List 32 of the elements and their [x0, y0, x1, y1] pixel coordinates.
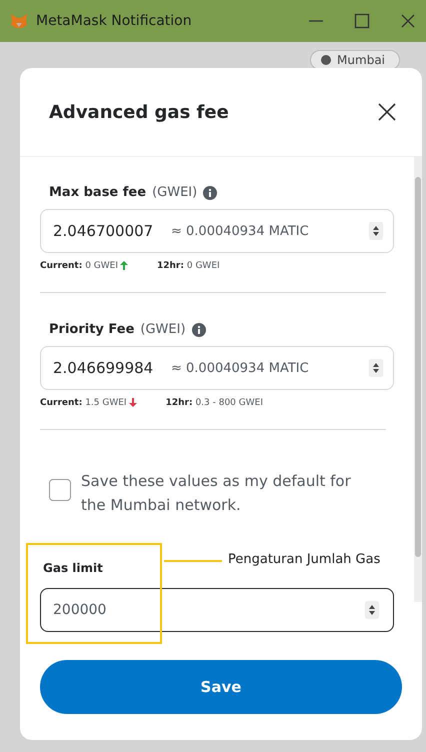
stepper-icon[interactable] — [369, 359, 383, 377]
stepper-icon[interactable] — [365, 601, 379, 619]
current-fee-text: Current: 0 GWEI — [40, 260, 118, 270]
save-button[interactable]: Save — [40, 660, 402, 714]
checkbox-label: Save these values as my default for the Mumbai network. — [81, 471, 352, 516]
scrollbar-thumb[interactable] — [415, 177, 421, 557]
fee-input-field[interactable]: 2.046699984 ≈ 0.00040934 MATIC — [40, 346, 394, 390]
info-icon[interactable] — [203, 186, 218, 200]
field-label: Priority Fee — [49, 322, 134, 337]
network-icon — [321, 55, 332, 65]
unit-label: (GWEI) — [140, 322, 186, 337]
range-text: 12hr: 0 GWEI — [157, 260, 220, 270]
stepper-icon[interactable] — [369, 222, 383, 240]
dialog-title: Advanced gas fee — [49, 102, 229, 122]
leader-line — [164, 560, 222, 562]
close-icon[interactable] — [378, 103, 396, 121]
network-pill[interactable]: Mumbai — [310, 50, 400, 70]
info-icon[interactable] — [192, 322, 206, 336]
annotation-text: Pengaturan Jumlah Gas — [228, 552, 380, 567]
gas-limit-label: Gas limit — [42, 561, 103, 575]
fox-logo-icon — [10, 13, 28, 29]
unit-label: (GWEI) — [152, 185, 198, 200]
maximize-icon[interactable] — [354, 13, 370, 29]
current-fee-text: Current: 1.5 GWEI — [40, 398, 127, 408]
range-text: 12hr: 0.3 - 800 GWEI — [166, 398, 263, 408]
window-title: MetaMask Notification — [36, 13, 193, 29]
fee-input-field[interactable]: 2.046700007 ≈ 0.00040934 MATIC — [40, 209, 394, 253]
conversion-text: ≈ 0.00040934 MATIC — [171, 224, 310, 238]
conversion-text: ≈ 0.00040934 MATIC — [171, 360, 310, 376]
gas-limit-field[interactable]: 200000 — [40, 588, 394, 632]
checkbox[interactable] — [49, 479, 71, 501]
field-label: Max base fee — [49, 185, 146, 200]
